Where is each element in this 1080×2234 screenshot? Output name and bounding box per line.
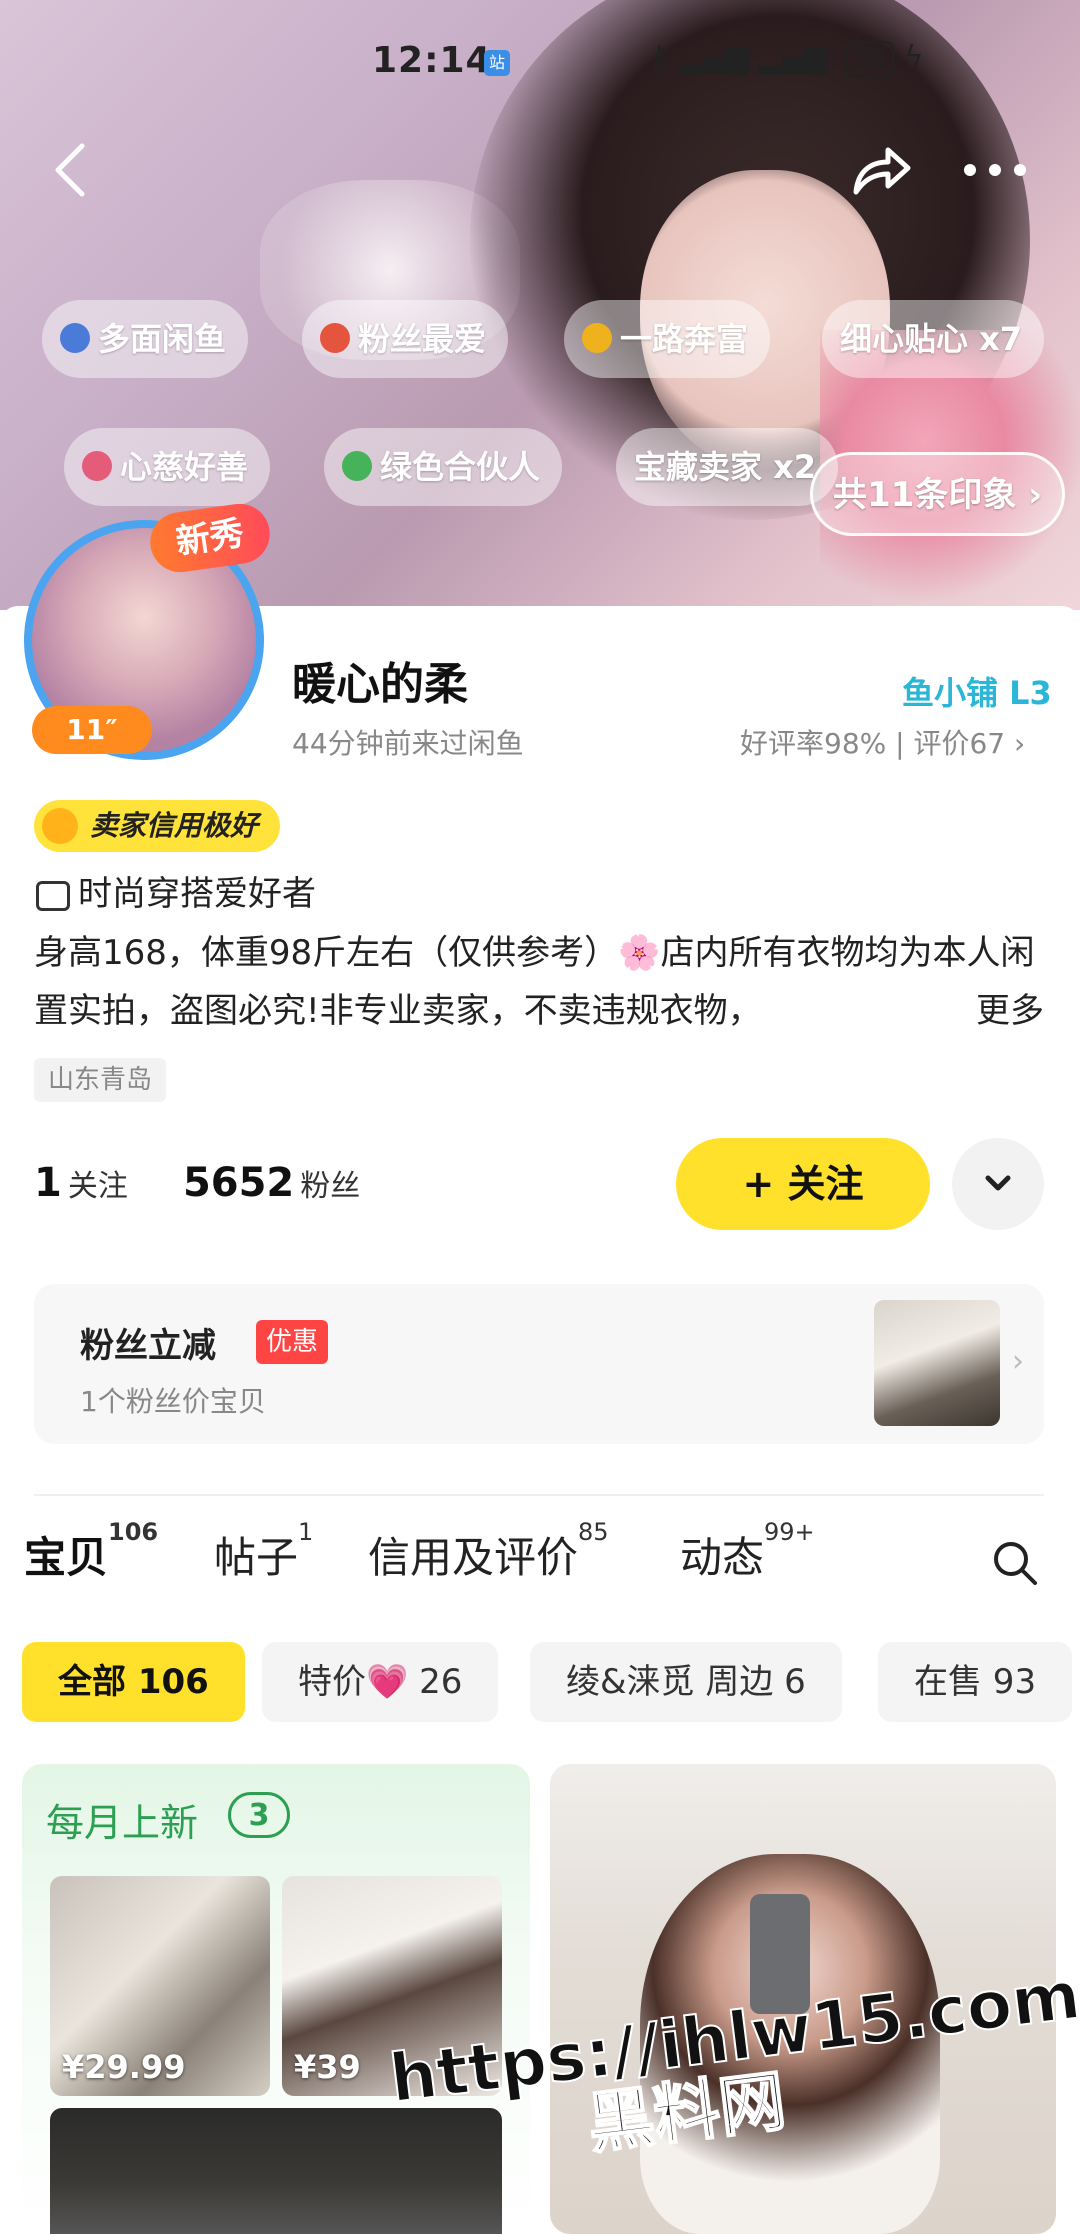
monthly-new-count: 3 xyxy=(228,1792,290,1838)
fan-deal-thumbnail xyxy=(874,1300,1000,1426)
impression-tag[interactable]: 细心贴心 x7 xyxy=(822,300,1045,378)
chip-special-price[interactable]: 特价💗 26 xyxy=(262,1642,499,1722)
fans-stat[interactable]: 5652 粉丝 xyxy=(183,1160,360,1206)
impression-tag[interactable]: 多面闲鱼 xyxy=(42,300,249,378)
smiley-icon xyxy=(42,808,78,844)
impression-tag[interactable]: 宝藏卖家 x2 xyxy=(616,428,839,506)
status-bar: 12:14 站 ⚷ ▂▄▆ ▂▄▆ 39 ϟ xyxy=(0,40,1080,90)
tab-activity[interactable]: 动态99+ xyxy=(680,1518,815,1585)
more-options-icon[interactable] xyxy=(960,140,1030,200)
following-stat[interactable]: 1 关注 xyxy=(34,1160,128,1206)
location-tag: 山东青岛 xyxy=(34,1058,167,1102)
shop-icon xyxy=(36,880,70,911)
signal-icon: ▂▄▆ xyxy=(679,40,749,75)
tab-reviews[interactable]: 信用及评价85 xyxy=(368,1518,609,1585)
tag-icon xyxy=(320,323,350,353)
status-icons: ⚷ ▂▄▆ ▂▄▆ 39 ϟ xyxy=(648,40,924,77)
tag-icon xyxy=(582,323,612,353)
charging-icon: ϟ xyxy=(903,40,924,75)
impression-tag[interactable]: 心慈好善 xyxy=(64,428,271,506)
more-actions-button[interactable] xyxy=(952,1138,1044,1230)
back-icon[interactable] xyxy=(44,140,104,200)
chip-on-sale[interactable]: 在售 93 xyxy=(878,1642,1073,1722)
hobby-tag: 时尚穿搭爱好者 xyxy=(36,866,316,915)
fan-deal-subtitle: 1个粉丝价宝贝 xyxy=(80,1385,266,1418)
tag-icon xyxy=(60,323,90,353)
follow-button[interactable]: + 关注 xyxy=(676,1138,930,1230)
fan-deal-badge: 优惠 xyxy=(256,1320,329,1364)
tag-icon xyxy=(342,451,372,481)
product-price: ¥39 xyxy=(294,2048,361,2086)
filter-chips: 全部 106 特价💗 26 绫&涞觅 周边 6 在售 93 xyxy=(0,1642,1080,1722)
tab-posts[interactable]: 帖子1 xyxy=(214,1518,313,1585)
credit-badge[interactable]: 卖家信用极好 xyxy=(34,800,281,852)
product-price: ¥29.99 xyxy=(62,2048,186,2086)
impression-tag[interactable]: 一路奔富 xyxy=(564,300,771,378)
follow-stats: 1 关注 5652 粉丝 xyxy=(34,1160,360,1206)
impression-tag[interactable]: 粉丝最爱 xyxy=(302,300,509,378)
status-time: 12:14 xyxy=(372,40,492,81)
tab-items[interactable]: 宝贝106 xyxy=(24,1518,158,1589)
bio-more-link[interactable]: 更多 xyxy=(966,982,1044,1040)
bio-text: 身高168，体重98斤左右（仅供参考）🌸店内所有衣物均为本人闲置实拍，盗图必究!… xyxy=(34,924,1044,1040)
chip-merch[interactable]: 绫&涞觅 周边 6 xyxy=(530,1642,842,1722)
profile-name: 暖心的柔 xyxy=(292,659,468,710)
product-thumbnail[interactable]: ¥29.99 xyxy=(50,1876,270,2096)
shop-level-badge[interactable]: 鱼小铺 L3 xyxy=(902,668,1052,714)
fan-deal-card[interactable]: 粉丝立减 优惠 1个粉丝价宝贝 › xyxy=(34,1284,1044,1444)
voice-intro-badge[interactable]: 11″ xyxy=(32,706,152,754)
share-icon[interactable] xyxy=(848,140,914,200)
key-icon: ⚷ xyxy=(648,40,670,75)
impression-tag[interactable]: 绿色合伙人 xyxy=(324,428,563,506)
chip-all[interactable]: 全部 106 xyxy=(22,1642,245,1722)
tag-icon xyxy=(82,451,112,481)
monthly-new-title: 每月上新 xyxy=(46,1801,199,1845)
battery-level: 39 xyxy=(845,41,895,77)
wifi-icon: ▂▄▆ xyxy=(758,40,828,75)
content-tabs: 宝贝106 帖子1 信用及评价85 动态99+ xyxy=(0,1518,1080,1594)
divider xyxy=(34,1494,1044,1496)
fan-deal-title: 粉丝立减 xyxy=(80,1326,216,1366)
status-app-badge: 站 xyxy=(484,50,510,76)
rating-summary[interactable]: 好评率98% | 评价67 › xyxy=(740,722,1025,762)
last-seen: 44分钟前来过闲鱼 xyxy=(292,727,524,760)
chevron-right-icon: › xyxy=(1012,1344,1024,1379)
search-icon[interactable] xyxy=(990,1538,1040,1588)
impressions-button[interactable]: 共11条印象 › xyxy=(810,452,1066,536)
chevron-down-icon xyxy=(985,1175,1011,1191)
top-bar xyxy=(0,140,1080,200)
